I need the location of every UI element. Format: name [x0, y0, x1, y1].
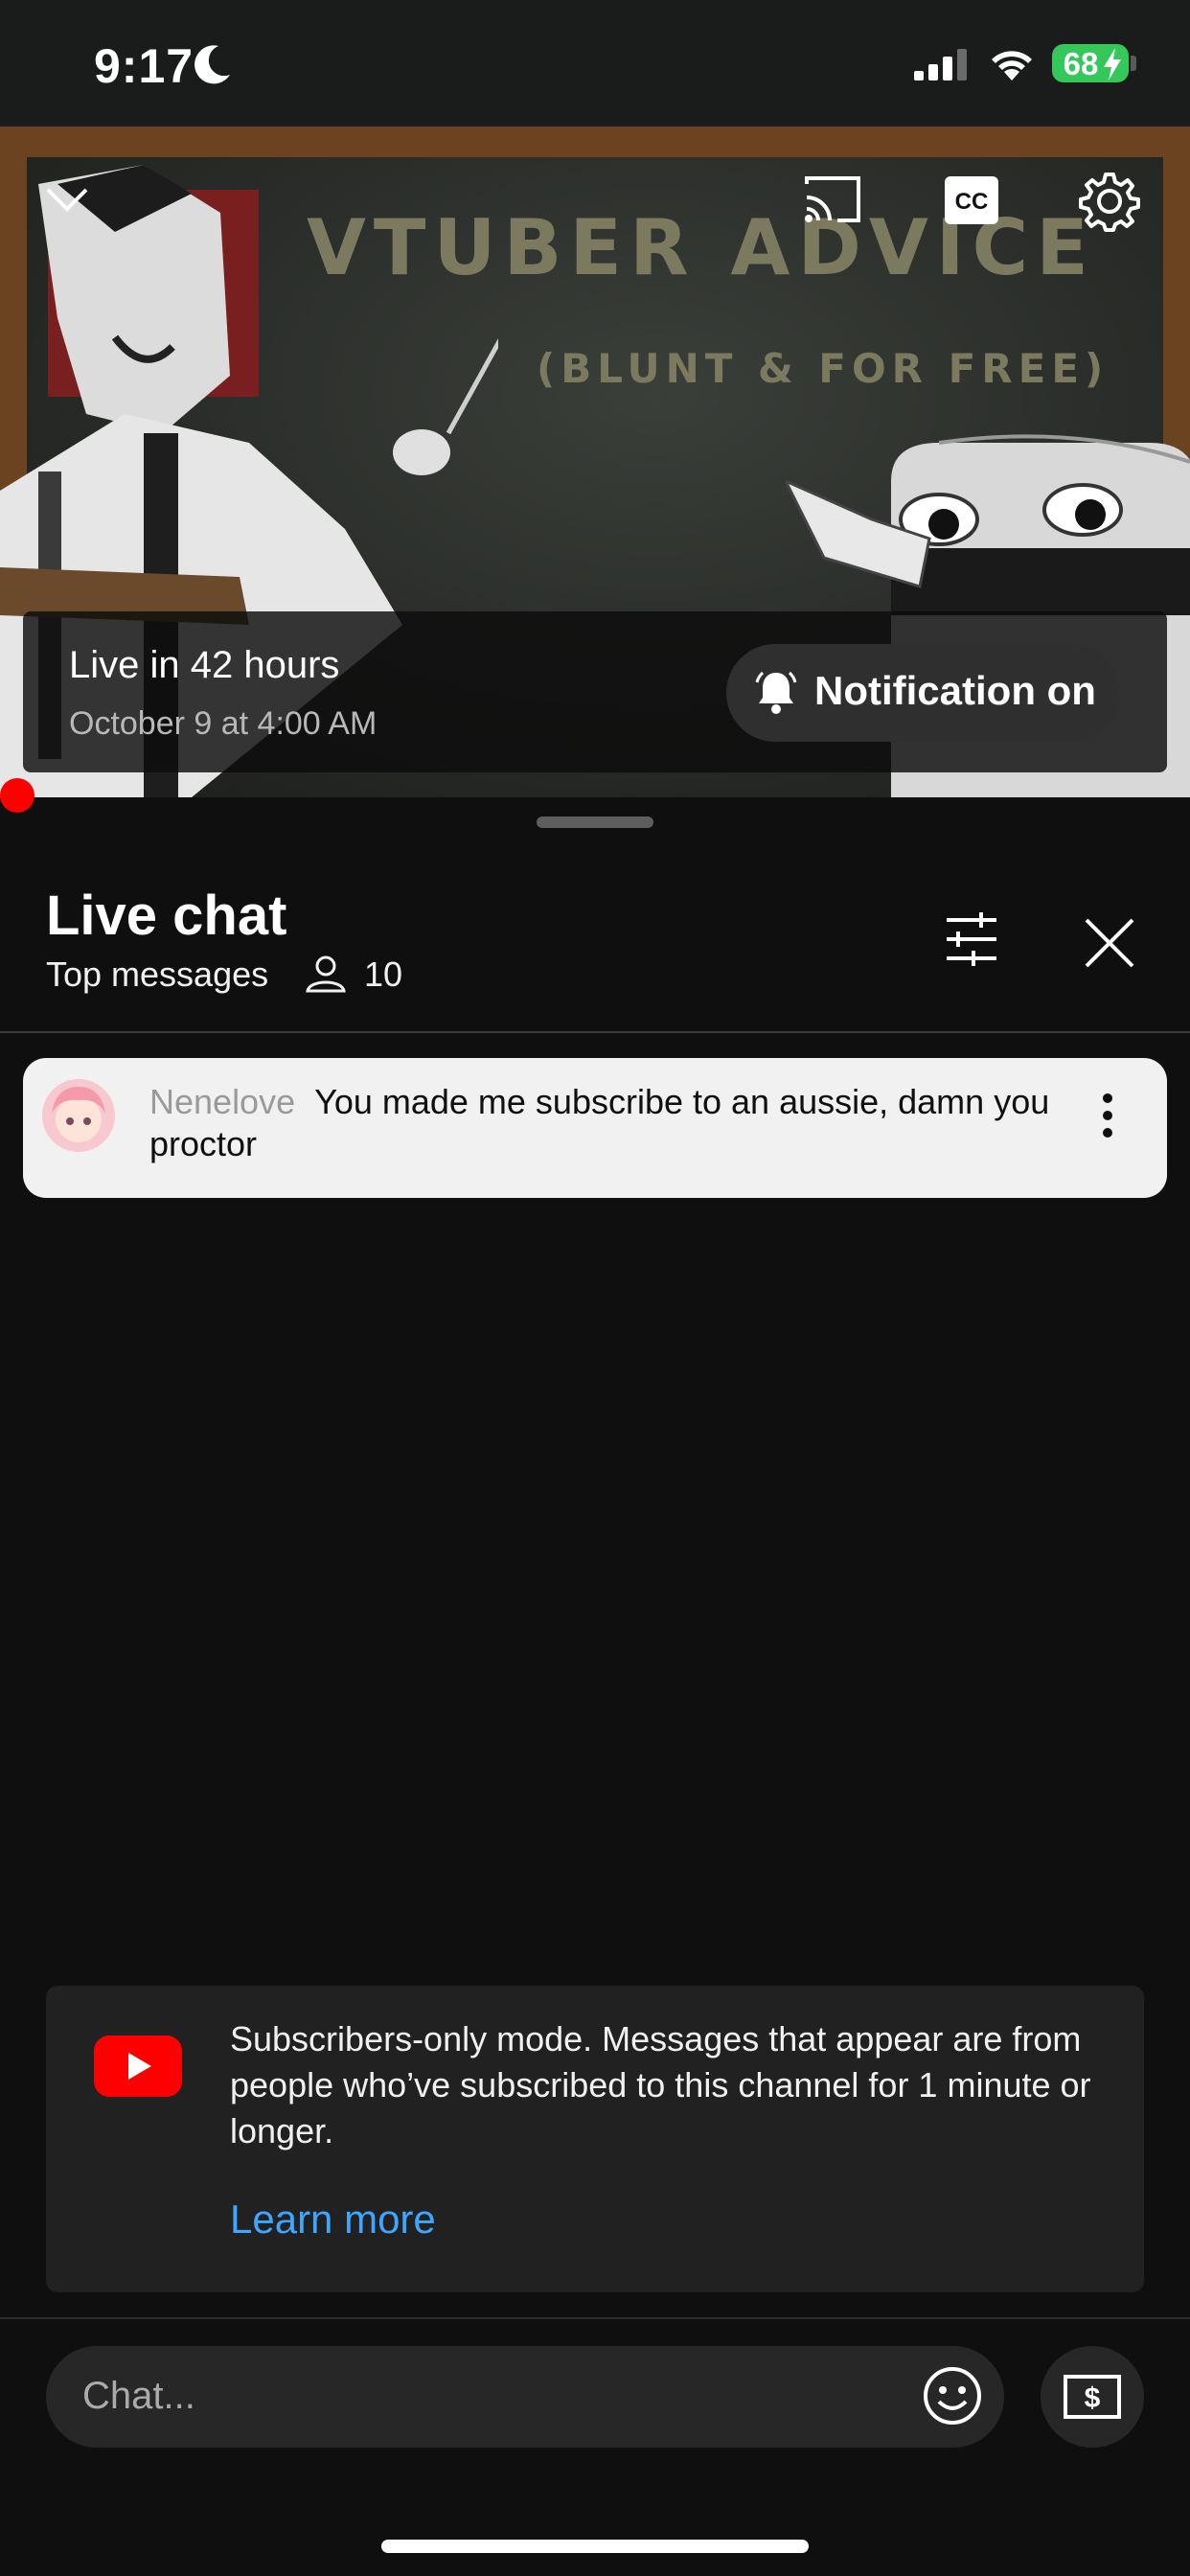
- notification-label: Notification on: [814, 668, 1096, 713]
- filter-icon[interactable]: [943, 910, 1000, 968]
- home-indicator[interactable]: [381, 2540, 809, 2553]
- svg-text:CC: CC: [955, 189, 989, 215]
- live-countdown: Live in 42 hours: [69, 644, 340, 686]
- signal-icon: [914, 49, 967, 80]
- board-subtitle: (BLUNT & FOR FREE): [537, 345, 1110, 392]
- status-time: 9:17: [94, 39, 195, 93]
- notice-text: Subscribers-only mode. Messages that app…: [230, 2019, 1091, 2150]
- bell-icon: [755, 671, 797, 714]
- chat-input-placeholder: Chat...: [82, 2375, 195, 2417]
- battery-tip: [1131, 56, 1136, 71]
- learn-more-link[interactable]: Learn more: [230, 2196, 436, 2242]
- closed-captions-icon[interactable]: CC: [945, 176, 998, 224]
- drag-handle[interactable]: [537, 816, 653, 828]
- moon-icon: [195, 45, 230, 84]
- person-icon: [306, 955, 346, 993]
- chat-mode-selector[interactable]: Top messages: [46, 954, 268, 995]
- avatar[interactable]: [42, 1079, 115, 1152]
- divider: [0, 2317, 1190, 2319]
- wifi-icon: [992, 51, 1032, 80]
- youtube-logo-icon: [94, 2036, 182, 2097]
- chat-message-text: Nenelove You made me subscribe to an auss…: [149, 1081, 1050, 1165]
- viewer-count: 10: [364, 954, 403, 994]
- scheduled-date: October 9 at 4:00 AM: [69, 705, 378, 742]
- chevron-down-icon[interactable]: [42, 184, 92, 215]
- gear-icon[interactable]: [1079, 171, 1140, 232]
- close-icon[interactable]: [1083, 916, 1136, 970]
- chat-title: Live chat: [46, 885, 287, 947]
- divider: [0, 1031, 1190, 1033]
- battery-level: 68: [1063, 46, 1099, 81]
- cast-icon[interactable]: [801, 172, 864, 226]
- dollar-bill-icon: $: [1064, 2375, 1121, 2419]
- charging-bolt-icon: [1104, 48, 1121, 80]
- chat-message-author[interactable]: Nenelove: [149, 1082, 295, 1121]
- svg-text:$: $: [1085, 2382, 1101, 2414]
- progress-scrubber[interactable]: [0, 778, 34, 813]
- emoji-icon[interactable]: [922, 2365, 983, 2426]
- more-options-icon[interactable]: [1098, 1091, 1117, 1140]
